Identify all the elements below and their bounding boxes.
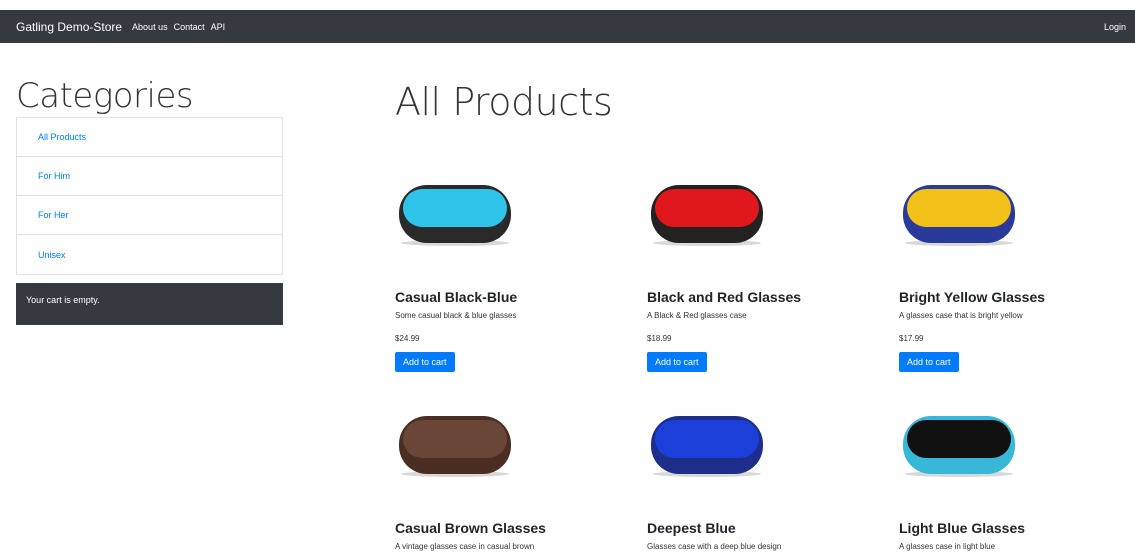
product-description: Some casual black & blue glasses xyxy=(395,311,517,320)
nav-api[interactable]: API xyxy=(211,22,226,32)
product-card: Casual Brown Glasses A vintage glasses c… xyxy=(395,410,635,551)
nav-contact[interactable]: Contact xyxy=(174,22,205,32)
category-all-products[interactable]: All Products xyxy=(17,118,282,157)
product-price: $18.99 xyxy=(647,334,672,343)
glasses-case-image[interactable] xyxy=(395,410,515,478)
product-description: Glasses case with a deep blue design xyxy=(647,542,782,551)
add-to-cart-button[interactable]: Add to cart xyxy=(899,352,959,372)
add-to-cart-button[interactable]: Add to cart xyxy=(647,352,707,372)
product-name[interactable]: Bright Yellow Glasses xyxy=(899,289,1135,305)
product-card: Casual Black-Blue Some casual black & bl… xyxy=(395,179,635,372)
cart-status-text: Your cart is empty. xyxy=(26,295,100,305)
glasses-case-image[interactable] xyxy=(647,410,767,478)
product-card: Light Blue Glasses A glasses case in lig… xyxy=(899,410,1135,551)
product-name[interactable]: Casual Brown Glasses xyxy=(395,520,635,536)
glasses-case-image[interactable] xyxy=(899,410,1019,478)
category-for-her[interactable]: For Her xyxy=(17,196,282,235)
product-name[interactable]: Black and Red Glasses xyxy=(647,289,887,305)
product-name[interactable]: Light Blue Glasses xyxy=(899,520,1135,536)
nav-about-us[interactable]: About us xyxy=(132,22,168,32)
glasses-case-image[interactable] xyxy=(395,179,515,247)
page-title: All Products xyxy=(395,80,613,124)
product-card: Deepest Blue Glasses case with a deep bl… xyxy=(647,410,887,551)
product-name[interactable]: Deepest Blue xyxy=(647,520,887,536)
category-unisex[interactable]: Unisex xyxy=(17,235,282,274)
cart-panel: Your cart is empty. xyxy=(16,283,283,325)
product-name[interactable]: Casual Black-Blue xyxy=(395,289,635,305)
glasses-case-image[interactable] xyxy=(647,179,767,247)
brand-link[interactable]: Gatling Demo-Store xyxy=(16,20,122,34)
product-card: Bright Yellow Glasses A glasses case tha… xyxy=(899,179,1135,372)
product-card: Black and Red Glasses A Black & Red glas… xyxy=(647,179,887,372)
product-description: A Black & Red glasses case xyxy=(647,311,747,320)
category-list: All Products For Him For Her Unisex xyxy=(16,117,283,275)
product-price: $24.99 xyxy=(395,334,420,343)
login-link[interactable]: Login xyxy=(1104,22,1126,32)
product-description: A glasses case in light blue xyxy=(899,542,996,551)
product-description: A glasses case that is bright yellow xyxy=(899,311,1023,320)
product-description: A vintage glasses case in casual brown xyxy=(395,542,535,551)
add-to-cart-button[interactable]: Add to cart xyxy=(395,352,455,372)
glasses-case-image[interactable] xyxy=(899,179,1019,247)
navbar: Gatling Demo-Store About us Contact API … xyxy=(0,10,1135,43)
categories-heading: Categories xyxy=(16,76,194,116)
category-for-him[interactable]: For Him xyxy=(17,157,282,196)
product-price: $17.99 xyxy=(899,334,924,343)
